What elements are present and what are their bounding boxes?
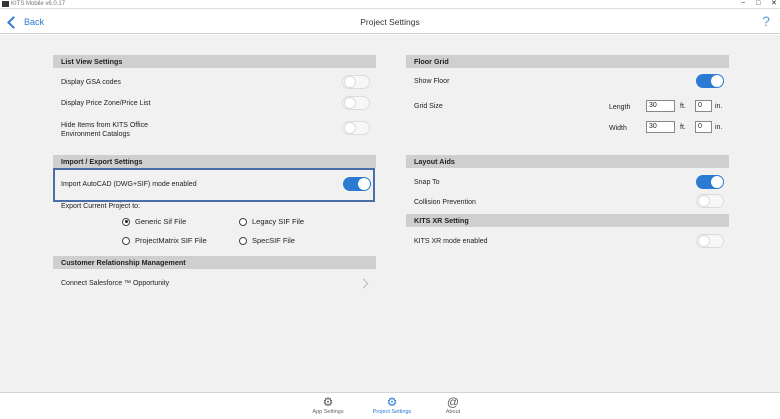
hide-items-label-line2: Environment Catalogs	[61, 131, 130, 138]
width-in-unit: in.	[715, 124, 723, 131]
maximize-button[interactable]: □	[756, 0, 760, 8]
length-ft-unit: ft.	[680, 103, 686, 110]
window-title: KITS Mobile v6.0.17	[11, 1, 66, 7]
radio-unselected-icon	[239, 217, 247, 226]
width-ft-input[interactable]: 30	[646, 121, 675, 133]
radio-projectmatrix-sif[interactable]: ProjectMatrix SIF File	[122, 236, 207, 245]
import-autocad-toggle[interactable]	[343, 177, 371, 191]
page-title: Project Settings	[360, 17, 420, 27]
radio-specsif[interactable]: SpecSIF File	[239, 236, 295, 245]
length-ft-input[interactable]: 30	[646, 100, 675, 112]
gsa-codes-label: Display GSA codes	[61, 79, 121, 86]
export-project-label: Export Current Project to:	[61, 203, 140, 210]
import-autocad-row: Import AutoCAD (DWG+SIF) mode enabled	[53, 168, 375, 202]
radio-unselected-icon	[239, 236, 247, 245]
import-autocad-label: Import AutoCAD (DWG+SIF) mode enabled	[61, 181, 197, 188]
width-ft-unit: ft.	[680, 124, 686, 131]
tab-about[interactable]: @ About	[428, 395, 478, 419]
tab-project-settings[interactable]: ⚙ Project Settings	[367, 395, 417, 419]
collision-prevention-toggle[interactable]	[696, 194, 724, 208]
length-in-input[interactable]: 0	[695, 100, 712, 112]
import-export-heading: Import / Export Settings	[53, 155, 376, 168]
radio-generic-sif-label: Generic Sif File	[135, 217, 187, 226]
gears-icon: ⚙	[386, 395, 398, 409]
tab-app-settings-label: App Settings	[312, 409, 344, 415]
hide-items-toggle[interactable]	[342, 121, 370, 135]
radio-unselected-icon	[122, 236, 130, 245]
floor-grid-heading: Floor Grid	[406, 55, 729, 68]
width-label: Width	[609, 125, 627, 132]
app-logo-icon	[2, 1, 9, 7]
gsa-codes-toggle[interactable]	[342, 75, 370, 89]
tab-project-settings-label: Project Settings	[372, 409, 412, 415]
tab-app-settings[interactable]: ⚙ App Settings	[303, 395, 353, 419]
close-button[interactable]: ✕	[771, 0, 777, 8]
gears-icon: ⚙	[322, 395, 334, 409]
help-icon[interactable]: ?	[762, 13, 770, 29]
crm-heading: Customer Relationship Management	[53, 256, 376, 269]
collision-prevention-label: Collision Prevention	[414, 199, 476, 206]
bottom-tab-bar: ⚙ App Settings ⚙ Project Settings @ Abou…	[0, 392, 780, 419]
snap-to-toggle[interactable]	[696, 175, 724, 189]
tab-about-label: About	[445, 409, 461, 415]
price-zone-toggle[interactable]	[342, 96, 370, 110]
header-bar: Back Project Settings ?	[0, 10, 780, 34]
radio-generic-sif[interactable]: Generic Sif File	[122, 217, 186, 226]
price-zone-label: Display Price Zone/Price List	[61, 100, 151, 107]
radio-selected-icon	[122, 217, 130, 226]
radio-legacy-sif-label: Legacy SIF File	[252, 217, 305, 226]
window-titlebar: KITS Mobile v6.0.17 − □ ✕	[0, 0, 780, 9]
show-floor-toggle[interactable]	[696, 74, 724, 88]
kits-xr-mode-toggle[interactable]	[696, 234, 724, 248]
at-icon: @	[446, 395, 460, 409]
width-in-input[interactable]: 0	[695, 121, 712, 133]
minimize-button[interactable]: −	[741, 0, 745, 8]
length-label: Length	[609, 104, 631, 111]
grid-size-label: Grid Size	[414, 103, 443, 110]
radio-projectmatrix-sif-label: ProjectMatrix SIF File	[135, 236, 207, 245]
snap-to-label: Snap To	[414, 179, 440, 186]
show-floor-label: Show Floor	[414, 78, 450, 85]
chevron-right-icon[interactable]	[358, 278, 369, 289]
length-in-unit: in.	[715, 103, 723, 110]
radio-legacy-sif[interactable]: Legacy SIF File	[239, 217, 304, 226]
layout-aids-heading: Layout Aids	[406, 155, 729, 168]
connect-salesforce-label[interactable]: Connect Salesforce ™ Opportunity	[61, 279, 169, 288]
kits-xr-mode-label: KITS XR mode enabled	[414, 238, 488, 245]
kits-xr-heading: KITS XR Setting	[406, 214, 729, 227]
hide-items-label-line1: Hide Items from KITS Office	[61, 122, 149, 129]
list-view-settings-heading: List View Settings	[53, 55, 376, 68]
radio-specsif-label: SpecSIF File	[252, 236, 295, 245]
settings-panel: List View Settings Display GSA codes Dis…	[0, 35, 780, 392]
